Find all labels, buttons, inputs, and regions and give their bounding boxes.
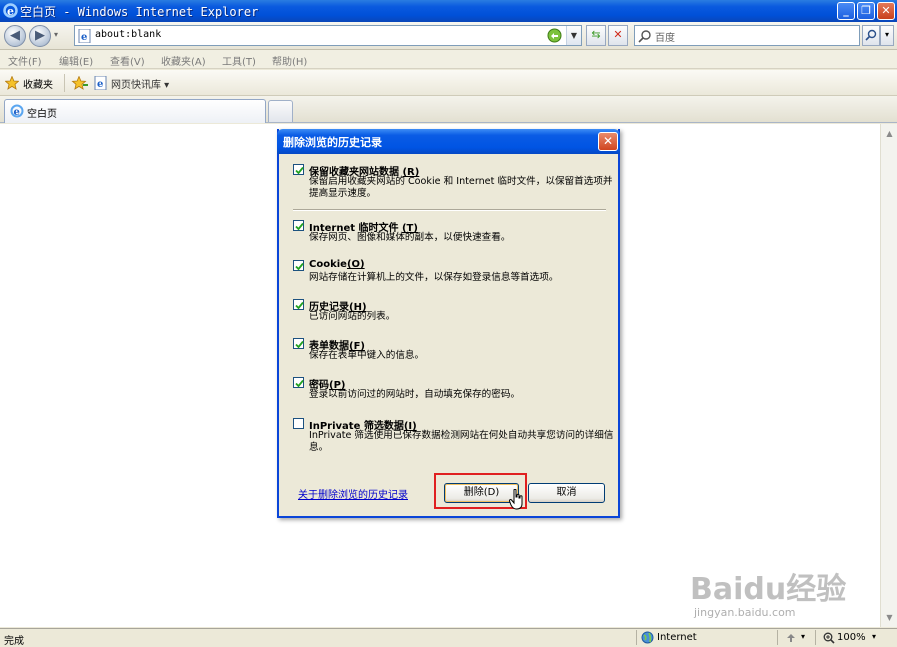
- delete-browsing-history-dialog: 删除浏览的历史记录 ✕ 保留收藏夹网站数据 (R) 保留启用收藏夹网站的 Coo…: [277, 129, 620, 518]
- favorites-bar: 收藏夹 e 网页快讯库 ▾: [0, 70, 897, 96]
- web-slice-gallery-button[interactable]: 网页快讯库 ▾: [111, 76, 169, 91]
- navigation-bar: ◀ ▶ ▾ e about:blank ▼ ⇆ ✕ 百度 ▾: [0, 22, 897, 50]
- window-title-bar[interactable]: e 空白页 - Windows Internet Explorer _ ❐ ✕: [0, 0, 897, 22]
- minimize-button[interactable]: _: [837, 2, 855, 20]
- internet-zone-globe-icon: [641, 631, 654, 644]
- svg-text:e: e: [97, 79, 103, 90]
- checkbox-form-data[interactable]: [293, 338, 304, 349]
- checkbox-cookies[interactable]: [293, 260, 304, 271]
- check-icon: [295, 379, 304, 388]
- menu-help[interactable]: 帮助(H): [272, 53, 307, 68]
- option-description: InPrivate 筛选使用已保存数据检测网站在何处自动共享您访问的详细信息。: [309, 430, 614, 453]
- window-title: 空白页 - Windows Internet Explorer: [20, 5, 259, 19]
- dialog-title: 删除浏览的历史记录: [283, 136, 382, 149]
- status-bar: 完成 Internet ▾ 100% ▾: [0, 628, 897, 647]
- option-description: 登录以前访问过的网站时，自动填充保存的密码。: [309, 389, 521, 400]
- svg-text:e: e: [7, 5, 14, 18]
- back-button[interactable]: ◀: [4, 25, 26, 47]
- delete-button[interactable]: 删除(D): [444, 483, 519, 503]
- close-window-button[interactable]: ✕: [877, 2, 895, 20]
- zoom-level[interactable]: 100%: [837, 632, 866, 643]
- menu-bar: 文件(F) 编辑(E) 查看(V) 收藏夹(A) 工具(T) 帮助(H): [0, 50, 897, 69]
- protected-mode-dropdown-icon[interactable]: ▾: [801, 632, 805, 641]
- menu-view[interactable]: 查看(V): [110, 53, 145, 68]
- dialog-separator: [293, 209, 606, 211]
- refresh-button[interactable]: ⇆: [586, 25, 606, 46]
- favorites-button[interactable]: 收藏夹: [23, 76, 53, 91]
- check-icon: [295, 340, 304, 349]
- baidu-jingyan-watermark: Baidu经验 jingyan.baidu.com: [688, 548, 853, 628]
- about-delete-history-link[interactable]: 关于删除浏览的历史记录: [298, 486, 408, 501]
- zoom-icon: [823, 632, 835, 644]
- watermark-url: jingyan.baidu.com: [694, 606, 796, 619]
- favorites-star-icon: [5, 76, 19, 90]
- menu-file[interactable]: 文件(F): [8, 53, 42, 68]
- tab-label: 空白页: [27, 109, 57, 120]
- option-description: 已访问网站的列表。: [309, 311, 396, 322]
- recent-pages-dropdown-icon[interactable]: ▾: [54, 30, 58, 39]
- check-icon: [295, 301, 304, 310]
- option-label: Cookie: [309, 259, 347, 270]
- search-input[interactable]: 百度: [634, 25, 860, 46]
- page-icon: e: [78, 29, 91, 43]
- mouse-cursor-icon: [509, 489, 523, 510]
- stop-button[interactable]: ✕: [608, 25, 628, 46]
- option-description: 保存网页、图像和媒体的副本，以便快速查看。: [309, 232, 511, 243]
- ie-logo-icon: e: [3, 3, 18, 18]
- option-description: 保存在表单中键入的信息。: [309, 350, 425, 361]
- search-icon: [865, 29, 877, 41]
- tab-ie-icon: e: [10, 104, 24, 118]
- new-tab-button[interactable]: [268, 100, 293, 122]
- status-text: 完成: [4, 636, 24, 647]
- svg-text:e: e: [81, 32, 87, 43]
- zoom-dropdown-icon[interactable]: ▾: [872, 632, 876, 641]
- checkbox-passwords[interactable]: [293, 377, 304, 388]
- menu-edit[interactable]: 编辑(E): [59, 53, 93, 68]
- scroll-down-icon[interactable]: ▼: [882, 610, 897, 625]
- add-to-favorites-bar-icon[interactable]: [71, 76, 89, 90]
- vertical-scrollbar[interactable]: ▲ ▼: [880, 124, 897, 627]
- address-dropdown-icon[interactable]: ▼: [566, 26, 581, 45]
- address-text: about:blank: [95, 29, 162, 40]
- menu-favorites[interactable]: 收藏夹(A): [161, 53, 206, 68]
- checkbox-preserve-favorites[interactable]: [293, 164, 304, 175]
- search-magnifier-icon: [638, 30, 651, 43]
- option-description: 保留启用收藏夹网站的 Cookie 和 Internet 临时文件，以保留首选项…: [309, 176, 613, 199]
- maximize-button[interactable]: ❐: [857, 2, 875, 20]
- option-description: 网站存储在计算机上的文件，以保存如登录信息等首选项。: [309, 272, 559, 283]
- checkbox-inprivate-filtering[interactable]: [293, 418, 304, 429]
- option-key: (O): [346, 259, 365, 270]
- menu-tools[interactable]: 工具(T): [222, 53, 256, 68]
- search-button[interactable]: [862, 25, 880, 46]
- check-icon: [295, 166, 304, 175]
- dialog-title-bar[interactable]: 删除浏览的历史记录 ✕: [277, 129, 620, 154]
- compatibility-view-icon[interactable]: [547, 28, 562, 43]
- web-slice-gallery-icon: e: [94, 76, 107, 90]
- search-options-dropdown-icon[interactable]: ▾: [880, 25, 894, 46]
- tab-blank-page[interactable]: e 空白页: [4, 99, 266, 123]
- tab-bar: e 空白页: [0, 96, 897, 123]
- scroll-up-icon[interactable]: ▲: [882, 126, 897, 141]
- checkbox-temporary-files[interactable]: [293, 220, 304, 231]
- search-placeholder: 百度: [655, 33, 675, 44]
- protected-mode-icon[interactable]: [785, 632, 799, 644]
- cancel-button[interactable]: 取消: [528, 483, 605, 503]
- address-bar[interactable]: e about:blank ▼: [74, 25, 582, 46]
- checkbox-history[interactable]: [293, 299, 304, 310]
- check-icon: [295, 262, 304, 271]
- check-icon: [295, 222, 304, 231]
- forward-button[interactable]: ▶: [29, 25, 51, 47]
- watermark-brand: Baidu经验: [690, 572, 847, 607]
- svg-text:e: e: [14, 107, 20, 118]
- dialog-close-icon[interactable]: ✕: [598, 132, 618, 151]
- zone-text: Internet: [657, 632, 697, 643]
